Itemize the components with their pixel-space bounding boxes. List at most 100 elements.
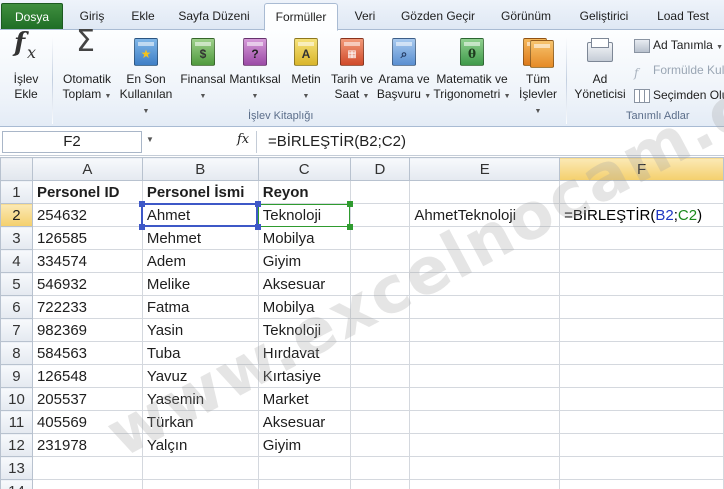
column-header-f[interactable]: F [559,157,724,181]
cell-d4[interactable] [349,249,411,273]
tab-page-layout[interactable]: Sayfa Düzeni [172,6,256,28]
row-header-4[interactable]: 4 [0,249,33,273]
cell-e5[interactable] [409,272,561,296]
column-header-c[interactable]: C [257,157,351,181]
cell-a14[interactable] [31,479,143,489]
cell-f5[interactable] [559,272,724,296]
cell-e13[interactable] [409,456,561,480]
cell-c7[interactable]: Teknoloji [257,318,351,342]
cell-f10[interactable] [559,387,724,411]
cell-f4[interactable] [559,249,724,273]
cell-c9[interactable]: Kırtasiye [257,364,351,388]
cell-f9[interactable] [559,364,724,388]
cell-f11[interactable] [559,410,724,434]
cell-a9[interactable]: 126548 [31,364,143,388]
tab-data[interactable]: Veri [346,6,384,28]
cell-e14[interactable] [409,479,561,489]
tab-developer[interactable]: Geliştirici [570,6,638,28]
cell-f14[interactable] [559,479,724,489]
cell-b4[interactable]: Adem [141,249,259,273]
define-name-button[interactable]: Ad Tanımla ▼ [634,36,723,54]
cell-f3[interactable] [559,226,724,250]
cell-e11[interactable] [409,410,561,434]
cell-c12[interactable]: Giyim [257,433,351,457]
cell-e8[interactable] [409,341,561,365]
cell-e4[interactable] [409,249,561,273]
text-functions-button[interactable]: A Metin ▼ [286,36,326,104]
cell-c1[interactable]: Reyon [257,180,351,204]
cell-d8[interactable] [349,341,411,365]
more-functions-button[interactable]: Tüm İşlevler ▼ [514,36,562,119]
row-header-13[interactable]: 13 [0,456,33,480]
cell-b5[interactable]: Melike [141,272,259,296]
cell-a1[interactable]: Personel ID [31,180,143,204]
cell-c8[interactable]: Hırdavat [257,341,351,365]
cell-c4[interactable]: Giyim [257,249,351,273]
row-header-7[interactable]: 7 [0,318,33,342]
cell-d10[interactable] [349,387,411,411]
row-header-6[interactable]: 6 [0,295,33,319]
cell-a5[interactable]: 546932 [31,272,143,296]
cell-b1[interactable]: Personel İsmi [141,180,259,204]
date-time-button[interactable]: ▦ Tarih ve Saat ▼ [329,36,375,104]
cell-c14[interactable] [257,479,351,489]
cell-c3[interactable]: Mobilya [257,226,351,250]
cell-e6[interactable] [409,295,561,319]
cell-c5[interactable]: Aksesuar [257,272,351,296]
cell-a10[interactable]: 205537 [31,387,143,411]
tab-insert[interactable]: Ekle [123,6,163,28]
cell-a11[interactable]: 405569 [31,410,143,434]
cell-e10[interactable] [409,387,561,411]
column-header-a[interactable]: A [31,157,143,181]
cell-b7[interactable]: Yasin [141,318,259,342]
row-header-2[interactable]: 2 [0,203,33,227]
cell-b2[interactable]: Ahmet [141,203,259,227]
lookup-reference-button[interactable]: ⌕ Arama ve Başvuru ▼ [376,36,432,104]
recently-used-button[interactable]: ★ En Son Kullanılan ▼ [116,36,176,119]
cell-d12[interactable] [349,433,411,457]
cell-f12[interactable] [559,433,724,457]
tab-view[interactable]: Görünüm [492,6,560,28]
tab-file[interactable]: Dosya [1,3,63,29]
create-from-selection-button[interactable]: Seçimden Olu [634,86,724,104]
row-header-10[interactable]: 10 [0,387,33,411]
cell-d9[interactable] [349,364,411,388]
cell-a4[interactable]: 334574 [31,249,143,273]
formula-input[interactable]: =BİRLEŞTİR(B2;C2) [268,132,406,152]
tab-load-test[interactable]: Load Test [648,6,718,28]
cell-d14[interactable] [349,479,411,489]
cell-c2[interactable]: Teknoloji [257,203,351,227]
cell-f1[interactable] [559,180,724,204]
cell-d1[interactable] [349,180,411,204]
chevron-down-icon[interactable]: ▼ [146,135,154,144]
cell-b12[interactable]: Yalçın [141,433,259,457]
cell-b14[interactable] [141,479,259,489]
cell-b3[interactable]: Mehmet [141,226,259,250]
cell-f8[interactable] [559,341,724,365]
cell-b6[interactable]: Fatma [141,295,259,319]
cell-d2[interactable] [349,203,411,227]
cell-e1[interactable] [409,180,561,204]
use-in-formula-button[interactable]: f Formülde Kul [634,61,724,80]
tab-formulas[interactable]: Formüller [264,3,338,31]
row-header-5[interactable]: 5 [0,272,33,296]
row-header-14[interactable]: 14 [0,479,33,489]
cell-b8[interactable]: Tuba [141,341,259,365]
cell-d7[interactable] [349,318,411,342]
cell-a13[interactable] [31,456,143,480]
cell-f13[interactable] [559,456,724,480]
cell-a3[interactable]: 126585 [31,226,143,250]
cell-c13[interactable] [257,456,351,480]
math-trig-button[interactable]: θ Matematik ve Trigonometri ▼ [433,36,511,104]
column-header-b[interactable]: B [141,157,259,181]
cell-d13[interactable] [349,456,411,480]
cell-b13[interactable] [141,456,259,480]
name-manager-button[interactable]: Ad Yöneticisi [572,36,628,102]
cell-a8[interactable]: 584563 [31,341,143,365]
cell-f2[interactable]: =BİRLEŞTİR(B2;C2) [559,203,724,227]
cell-d5[interactable] [349,272,411,296]
tab-review[interactable]: Gözden Geçir [394,6,482,28]
cell-a6[interactable]: 722233 [31,295,143,319]
cell-b11[interactable]: Türkan [141,410,259,434]
cell-e3[interactable] [409,226,561,250]
